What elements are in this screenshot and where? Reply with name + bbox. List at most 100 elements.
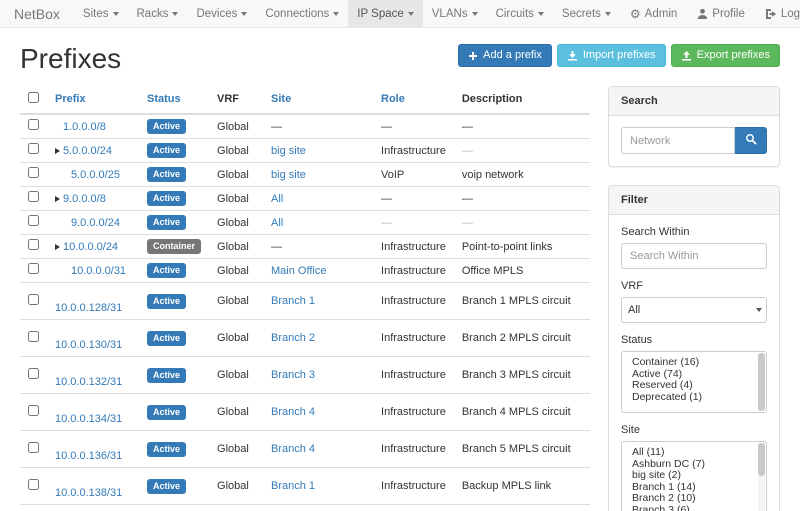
nav-item-vlans[interactable]: VLANs bbox=[423, 0, 487, 27]
vrf-value: Global bbox=[217, 145, 249, 157]
brand-logo[interactable]: NetBox bbox=[0, 0, 74, 27]
list-option[interactable]: Deprecated (1) bbox=[632, 392, 750, 404]
table-row: 10.0.100.0/24ActiveGlobalLondon Data Cen… bbox=[20, 505, 590, 511]
site-listbox[interactable]: All (11)Ashburn DC (7)big site (2)Branch… bbox=[621, 441, 767, 511]
logout-icon bbox=[765, 8, 777, 20]
site-link[interactable]: Branch 1 bbox=[271, 295, 315, 307]
prefix-link[interactable]: 10.0.0.128/31 bbox=[55, 302, 122, 314]
list-option[interactable]: Reserved (4) bbox=[632, 380, 750, 392]
row-checkbox[interactable] bbox=[28, 442, 39, 453]
nav-item-label: Admin bbox=[645, 8, 678, 20]
site-link[interactable]: Branch 2 bbox=[271, 332, 315, 344]
row-checkbox[interactable] bbox=[28, 368, 39, 379]
prefix-link[interactable]: 10.0.0.130/31 bbox=[55, 339, 122, 351]
prefix-table-container: PrefixStatusVRFSiteRoleDescription 1.0.0… bbox=[20, 86, 590, 511]
prefix-link[interactable]: 10.0.0.138/31 bbox=[55, 487, 122, 499]
row-checkbox[interactable] bbox=[28, 331, 39, 342]
row-checkbox[interactable] bbox=[28, 215, 39, 226]
select-all-checkbox[interactable] bbox=[28, 92, 39, 103]
row-checkbox[interactable] bbox=[28, 263, 39, 274]
site-link[interactable]: Branch 3 bbox=[271, 369, 315, 381]
sort-column-prefix[interactable]: Prefix bbox=[55, 93, 86, 105]
search-input[interactable] bbox=[621, 127, 735, 154]
nav-item-sites[interactable]: Sites bbox=[74, 0, 128, 27]
table-row: 10.0.0.0/24ContainerGlobal—Infrastructur… bbox=[20, 235, 590, 259]
site-link[interactable]: Branch 4 bbox=[271, 406, 315, 418]
site-link[interactable]: Main Office bbox=[271, 265, 326, 277]
site-link[interactable]: All bbox=[271, 217, 283, 229]
user-menu: ⚙AdminProfileLog out bbox=[620, 0, 800, 27]
list-option[interactable]: Container (16) bbox=[632, 357, 750, 369]
role-value: Infrastructure bbox=[381, 265, 446, 277]
list-option[interactable]: big site (2) bbox=[632, 470, 750, 482]
nav-item-admin[interactable]: ⚙Admin bbox=[620, 0, 687, 27]
status-badge: Active bbox=[147, 119, 186, 134]
search-button[interactable] bbox=[735, 127, 767, 154]
role-value: Infrastructure bbox=[381, 145, 446, 157]
prefix-link[interactable]: 5.0.0.0/24 bbox=[63, 145, 112, 157]
sort-column-role[interactable]: Role bbox=[381, 93, 405, 105]
row-checkbox[interactable] bbox=[28, 294, 39, 305]
prefix-link[interactable]: 5.0.0.0/25 bbox=[71, 169, 120, 181]
site-link[interactable]: big site bbox=[271, 145, 306, 157]
filter-label: Search Within bbox=[621, 226, 767, 238]
export-prefixes-button[interactable]: Export prefixes bbox=[671, 44, 780, 67]
prefix-link[interactable]: 10.0.0.0/31 bbox=[71, 265, 126, 277]
nav-item-profile[interactable]: Profile bbox=[687, 0, 755, 27]
table-row: 10.0.0.136/31ActiveGlobalBranch 4Infrast… bbox=[20, 431, 590, 468]
nav-item-log-out[interactable]: Log out bbox=[755, 0, 800, 27]
row-checkbox[interactable] bbox=[28, 479, 39, 490]
prefix-link[interactable]: 10.0.0.132/31 bbox=[55, 376, 122, 388]
role-empty: — bbox=[381, 193, 392, 205]
sort-column-site[interactable]: Site bbox=[271, 93, 291, 105]
list-option[interactable]: Branch 3 (6) bbox=[632, 505, 750, 511]
prefix-link[interactable]: 9.0.0.0/24 bbox=[71, 217, 120, 229]
scrollbar[interactable] bbox=[758, 443, 765, 511]
nav-item-racks[interactable]: Racks bbox=[128, 0, 188, 27]
vrf-select[interactable]: All bbox=[621, 297, 767, 323]
nav-item-label: Connections bbox=[265, 8, 329, 20]
search-panel: Search bbox=[608, 86, 780, 167]
prefix-link[interactable]: 1.0.0.0/8 bbox=[63, 121, 106, 133]
scrollbar[interactable] bbox=[758, 353, 765, 411]
nav-item-circuits[interactable]: Circuits bbox=[487, 0, 553, 27]
nav-item-connections[interactable]: Connections bbox=[256, 0, 348, 27]
list-option[interactable]: All (11) bbox=[632, 447, 750, 459]
sort-column-status[interactable]: Status bbox=[147, 93, 181, 105]
list-option[interactable]: Branch 2 (10) bbox=[632, 493, 750, 505]
prefix-link[interactable]: 9.0.0.0/8 bbox=[63, 193, 106, 205]
table-row: 10.0.0.0/31ActiveGlobalMain OfficeInfras… bbox=[20, 259, 590, 283]
description-empty: — bbox=[462, 193, 473, 205]
column-header-vrf: VRF bbox=[209, 86, 263, 114]
nav-item-devices[interactable]: Devices bbox=[187, 0, 256, 27]
nav-item-secrets[interactable]: Secrets bbox=[553, 0, 620, 27]
row-checkbox[interactable] bbox=[28, 143, 39, 154]
status-listbox[interactable]: Container (16)Active (74)Reserved (4)Dep… bbox=[621, 351, 767, 413]
site-link[interactable]: Branch 4 bbox=[271, 443, 315, 455]
site-link[interactable]: Branch 1 bbox=[271, 480, 315, 492]
table-row: 1.0.0.0/8ActiveGlobal——— bbox=[20, 114, 590, 139]
description-value: Backup MPLS link bbox=[462, 480, 551, 492]
search-panel-title: Search bbox=[609, 87, 779, 116]
prefix-link[interactable]: 10.0.0.134/31 bbox=[55, 413, 122, 425]
filter-field-search-within: Search Within bbox=[621, 226, 767, 269]
prefix-link[interactable]: 10.0.0.0/24 bbox=[63, 241, 118, 253]
site-link[interactable]: big site bbox=[271, 169, 306, 181]
chevron-down-icon bbox=[113, 12, 119, 16]
import-prefixes-button[interactable]: Import prefixes bbox=[557, 44, 666, 67]
nav-item-ip-space[interactable]: IP Space bbox=[348, 0, 422, 27]
row-checkbox[interactable] bbox=[28, 239, 39, 250]
row-checkbox[interactable] bbox=[28, 191, 39, 202]
row-checkbox[interactable] bbox=[28, 167, 39, 178]
site-link[interactable]: All bbox=[271, 193, 283, 205]
chevron-down-icon bbox=[333, 12, 339, 16]
search-within-input[interactable] bbox=[621, 243, 767, 269]
prefix-link[interactable]: 10.0.0.136/31 bbox=[55, 450, 122, 462]
add-a-prefix-button[interactable]: Add a prefix bbox=[458, 44, 552, 67]
row-checkbox[interactable] bbox=[28, 405, 39, 416]
table-row: 10.0.0.138/31ActiveGlobalBranch 1Infrast… bbox=[20, 468, 590, 505]
row-checkbox[interactable] bbox=[28, 119, 39, 130]
status-badge: Active bbox=[147, 167, 186, 182]
sidebar: Search bbox=[608, 86, 780, 511]
button-label: Add a prefix bbox=[483, 49, 542, 62]
